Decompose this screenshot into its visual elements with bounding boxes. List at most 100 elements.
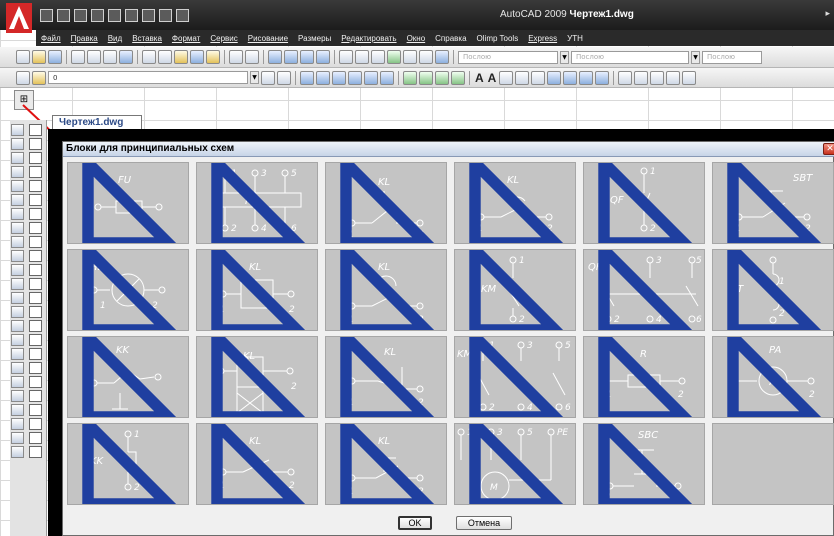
block-motor[interactable]: 1 3 5 PE M <box>454 423 576 505</box>
spline-icon[interactable] <box>29 236 42 248</box>
make-block-icon[interactable] <box>29 292 42 304</box>
scale-icon[interactable] <box>11 222 24 234</box>
draw-extra-3-icon[interactable] <box>29 432 42 444</box>
menu-item[interactable]: Olimp Tools <box>472 34 524 43</box>
region-icon[interactable] <box>29 348 42 360</box>
copy-object-icon[interactable] <box>11 138 24 150</box>
block-fuse[interactable]: FU <box>67 162 189 244</box>
block-button-switch[interactable]: SBT 1 2 <box>712 162 834 244</box>
plot-preview-icon[interactable] <box>87 50 101 64</box>
insert-icon[interactable] <box>11 418 24 430</box>
pan-icon[interactable] <box>268 50 282 64</box>
block-relay-coil-2[interactable]: KL 1 2 <box>196 336 318 418</box>
block-contact-open[interactable]: KL 1 2 <box>325 162 447 244</box>
menu-item[interactable]: Рисование <box>243 34 293 43</box>
mtext-icon[interactable] <box>29 376 42 388</box>
new-icon[interactable] <box>40 9 53 22</box>
insert-block-icon[interactable] <box>29 278 42 290</box>
block-editor-icon[interactable] <box>206 50 220 64</box>
arc-icon[interactable] <box>29 194 42 206</box>
menu-item[interactable]: Справка <box>430 34 471 43</box>
block-contact-closed[interactable]: KL 1 2 <box>325 249 447 331</box>
erase-icon[interactable] <box>11 124 24 136</box>
block-circuit-breaker[interactable]: 1 2 QF <box>583 162 705 244</box>
layer-edit-icon[interactable] <box>11 362 24 374</box>
info-icon[interactable] <box>29 418 42 430</box>
tool-palettes-icon[interactable] <box>371 50 385 64</box>
mirror-icon[interactable] <box>11 152 24 164</box>
table-icon[interactable] <box>595 70 610 85</box>
close-icon[interactable]: ✕ <box>823 143 834 155</box>
render-icon[interactable] <box>11 446 24 458</box>
open-file-icon[interactable] <box>32 50 46 64</box>
zoom-window-icon[interactable] <box>300 50 314 64</box>
linetype-combo-arrow-icon[interactable]: ▼ <box>691 50 700 64</box>
array-icon[interactable] <box>11 180 24 192</box>
block-breaker-3pole[interactable]: QF 1 3 5 2 4 6 <box>583 249 705 331</box>
autocad-logo-icon[interactable] <box>6 3 32 33</box>
fillet-icon[interactable] <box>11 320 24 332</box>
polyline-icon[interactable] <box>29 152 42 164</box>
draw-tool-3-icon[interactable] <box>650 70 665 85</box>
print-icon[interactable] <box>91 9 104 22</box>
block-edit-icon[interactable] <box>11 376 24 388</box>
menu-item[interactable]: Формат <box>167 34 205 43</box>
block-thermal-contact[interactable]: KK 1 2 <box>67 423 189 505</box>
menu-item[interactable]: Вид <box>103 34 127 43</box>
block-ammeter[interactable]: PA A 1 2 <box>712 336 834 418</box>
olimp-tool-4-icon[interactable] <box>348 70 362 85</box>
field-edit-icon[interactable] <box>11 404 24 416</box>
circle-icon[interactable] <box>29 208 42 220</box>
color-combo-arrow-icon[interactable]: ▼ <box>560 50 569 64</box>
text-scale-icon[interactable] <box>547 70 562 85</box>
block-current-transformer[interactable]: TT 1 2 <box>712 249 834 331</box>
redo-arrow-icon[interactable] <box>245 50 259 64</box>
menu-item[interactable]: Вставка <box>127 34 167 43</box>
sheetset-icon[interactable] <box>176 9 189 22</box>
revision-cloud-icon[interactable] <box>29 222 42 234</box>
block-thermal-relay[interactable]: KK <box>67 336 189 418</box>
zoom-previous-icon[interactable] <box>316 50 330 64</box>
cut-icon[interactable] <box>142 50 156 64</box>
trim-icon[interactable] <box>11 250 24 262</box>
extend-icon[interactable] <box>11 264 24 276</box>
construction-line-icon[interactable] <box>29 138 42 150</box>
draw-extra-2-icon[interactable] <box>29 404 42 416</box>
point-icon[interactable] <box>29 306 42 318</box>
menu-item[interactable]: Редактировать <box>336 34 401 43</box>
plot-icon[interactable] <box>142 9 155 22</box>
block-lamp[interactable]: HL 1 2 <box>67 249 189 331</box>
draw-extra-4-icon[interactable] <box>29 446 42 458</box>
find-text-icon[interactable] <box>515 70 530 85</box>
save-icon[interactable] <box>74 9 87 22</box>
explode-icon[interactable] <box>11 334 24 346</box>
title-arrow-icon[interactable]: ▸ <box>825 9 830 19</box>
layer-previous-icon[interactable] <box>277 70 291 85</box>
make-current-icon[interactable] <box>261 70 275 85</box>
ellipse-arc-icon[interactable] <box>29 264 42 276</box>
paste-icon[interactable] <box>174 50 188 64</box>
spellcheck-icon[interactable] <box>531 70 546 85</box>
menu-item[interactable]: Правка <box>66 34 103 43</box>
layer-combo-arrow-icon[interactable]: ▼ <box>250 71 259 84</box>
layer-manager-icon[interactable] <box>16 70 30 85</box>
olimp-tool-7-icon[interactable] <box>403 70 417 85</box>
text-style-icon[interactable]: A <box>474 71 485 85</box>
menu-item[interactable]: Express <box>523 34 562 43</box>
color-combo[interactable]: Послою <box>458 50 558 64</box>
draw-tool-2-icon[interactable] <box>634 70 649 85</box>
properties-icon[interactable] <box>159 9 172 22</box>
undo-arrow-icon[interactable] <box>229 50 243 64</box>
open-icon[interactable] <box>57 9 70 22</box>
menu-item[interactable]: УТН <box>562 34 588 43</box>
multiline-text-icon[interactable]: A <box>487 71 498 85</box>
move-icon[interactable] <box>11 194 24 206</box>
ucs-icon[interactable] <box>11 432 24 444</box>
draw-tool-5-icon[interactable] <box>682 70 697 85</box>
properties-palette-icon[interactable] <box>339 50 353 64</box>
rotate-icon[interactable] <box>11 208 24 220</box>
design-center-icon[interactable] <box>355 50 369 64</box>
3d-dwf-icon[interactable] <box>119 50 133 64</box>
olimp-tool-3-icon[interactable] <box>332 70 346 85</box>
menu-item[interactable]: Файл <box>36 34 66 43</box>
